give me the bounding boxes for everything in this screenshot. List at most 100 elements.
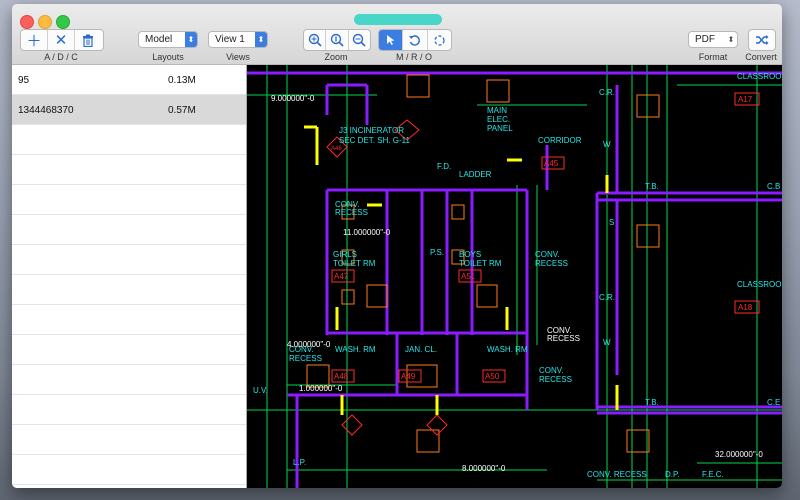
label-recess-2: RECESS [535, 259, 568, 268]
tag-a49: A49 [401, 372, 416, 381]
plus-icon: ＋ [26, 32, 42, 50]
zoom-label: Zoom [324, 52, 348, 62]
label-ladder: LADDER [459, 170, 492, 179]
toolbar: ＋ ✕ A / D / C Model ⬍ Layouts View 1 ⬍ V… [12, 4, 782, 65]
mro-label: M / R / O [396, 52, 432, 62]
file-name: 1344468370 [18, 105, 74, 116]
convert-button[interactable] [749, 30, 775, 50]
tag-a45: A45 [544, 159, 559, 168]
label-elec: ELEC. [487, 115, 510, 124]
dimension-11ft: 11.000000"-0 [343, 228, 391, 237]
cad-drawing: CLASSROOM CLASSROOM J3 INCINERATOR SEC D… [247, 65, 782, 488]
tag-a48: A48 [334, 372, 349, 381]
views-select[interactable]: View 1 ⬍ [208, 31, 268, 48]
label-cr-2: C.R. [599, 293, 615, 302]
delete-file-button[interactable]: ✕ [48, 30, 75, 50]
empty-row [12, 305, 246, 335]
label-girls-toilet: TOILET RM [333, 259, 376, 268]
close-window-button[interactable] [20, 15, 34, 29]
label-wash-1: WASH. RM [335, 345, 376, 354]
convert-label: Convert [745, 52, 777, 62]
drawing-canvas[interactable]: CLASSROOM CLASSROOM J3 INCINERATOR SEC D… [247, 65, 782, 488]
empty-row [12, 245, 246, 275]
label-w-2: W [603, 338, 611, 347]
chevron-updown-icon: ⬍ [185, 32, 197, 47]
file-size: 0.57M [168, 105, 196, 116]
maximize-window-button[interactable] [56, 15, 70, 29]
file-size: 0.13M [168, 75, 196, 86]
label-lp: L.P. [293, 458, 306, 467]
move-button[interactable] [379, 30, 404, 50]
add-delete-clear-label: A / D / C [44, 52, 78, 62]
label-girls: GIRLS [333, 250, 357, 259]
empty-row [12, 335, 246, 365]
dimension-32ft: 32.000000"-0 [715, 450, 763, 459]
file-list: 95 0.13M 1344468370 0.57M [12, 65, 246, 488]
minimize-window-button[interactable] [38, 15, 52, 29]
format-value: PDF [695, 34, 715, 45]
mro-group [378, 29, 452, 51]
empty-row [12, 395, 246, 425]
empty-row [12, 275, 246, 305]
dimension-8ft: 8.000000"-0 [462, 464, 506, 473]
file-actions-group: ＋ ✕ [20, 29, 104, 51]
format-select[interactable]: PDF ⬍ [688, 31, 738, 48]
tag-a17: A17 [738, 95, 753, 104]
label-corridor: CORRIDOR [538, 136, 582, 145]
label-incinerator: J3 INCINERATOR [339, 126, 404, 135]
label-conv-2: CONV. [535, 250, 560, 259]
label-panel: PANEL [487, 124, 513, 133]
label-sec-det: SEC DET. SH. G-11 [339, 136, 411, 145]
tag-a46: A46 [331, 146, 342, 152]
dimension-9ft: 9.000000"-0 [271, 94, 315, 103]
empty-row [12, 365, 246, 395]
label-jan: JAN. CL. [405, 345, 437, 354]
app-window: ＋ ✕ A / D / C Model ⬍ Layouts View 1 ⬍ V… [12, 4, 782, 488]
empty-row [12, 185, 246, 215]
label-conv-5: CONV. [539, 366, 564, 375]
zoom-actual-button[interactable] [326, 30, 349, 50]
views-label: Views [226, 52, 250, 62]
label-classroom-a17: CLASSROOM [737, 72, 782, 81]
zoom-reset-icon [330, 33, 344, 47]
layouts-select[interactable]: Model ⬍ [138, 31, 198, 48]
label-boys-toilet: TOILET RM [459, 259, 502, 268]
dimension-4ft: 4.000000"-0 [287, 340, 331, 349]
label-recess-5: RECESS [539, 375, 572, 384]
orbit-button[interactable] [428, 30, 451, 50]
add-file-button[interactable]: ＋ [21, 30, 48, 50]
zoom-group [303, 29, 371, 51]
tag-a50: A50 [485, 372, 500, 381]
convert-group [748, 29, 776, 51]
label-conv-recess-6: CONV. RECESS [587, 470, 647, 479]
label-w-1: W [603, 140, 611, 149]
label-tb-2: T.B. [645, 398, 659, 407]
clear-files-button[interactable] [75, 30, 101, 50]
label-tb-1: T.B. [645, 182, 659, 191]
empty-row [12, 425, 246, 455]
label-boys: BOYS [459, 250, 481, 259]
file-row[interactable]: 95 0.13M [12, 65, 246, 95]
zoom-in-button[interactable] [304, 30, 327, 50]
empty-row [12, 155, 246, 185]
zoom-out-icon [353, 33, 366, 47]
trash-icon [83, 34, 93, 47]
label-main: MAIN [487, 106, 507, 115]
empty-row [12, 455, 246, 485]
shuffle-icon [756, 35, 769, 45]
tag-a47: A47 [334, 272, 349, 281]
tag-a51: A51 [461, 272, 476, 281]
file-name: 95 [18, 75, 30, 86]
pointer-icon [386, 35, 395, 45]
layouts-label: Layouts [152, 52, 184, 62]
label-ps: P.S. [430, 248, 444, 257]
window-title-pill [354, 14, 442, 25]
format-label: Format [698, 52, 728, 62]
label-fec: F.E.C. [702, 470, 724, 479]
zoom-out-button[interactable] [349, 30, 370, 50]
label-cb: C.B [767, 182, 780, 191]
rotate-button[interactable] [403, 30, 428, 50]
file-row-selected[interactable]: 1344468370 0.57M [12, 95, 246, 125]
label-fd: F.D. [437, 162, 451, 171]
close-icon: ✕ [54, 32, 68, 49]
